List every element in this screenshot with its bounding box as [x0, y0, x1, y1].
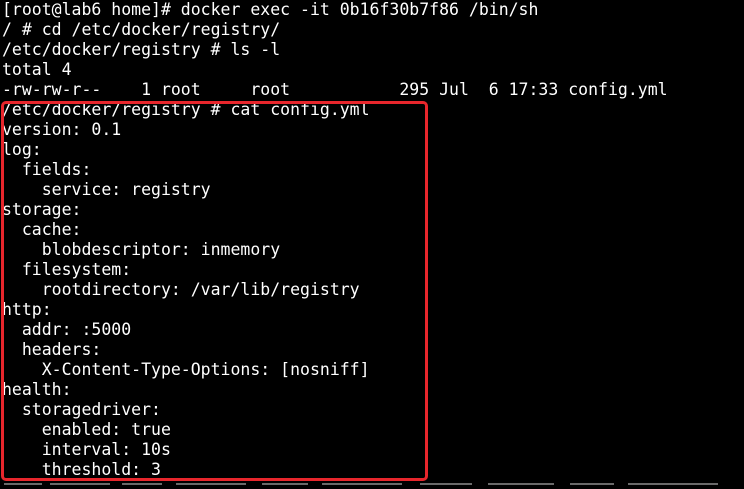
config-line-cache: cache:	[2, 220, 82, 239]
config-line-storage: storage:	[2, 200, 82, 219]
config-line-threshold: threshold: 3	[2, 460, 161, 479]
config-line-content-type: X-Content-Type-Options: [nosniff]	[2, 360, 370, 379]
config-line-filesystem: filesystem:	[2, 260, 132, 279]
terminal-window[interactable]: [root@lab6 home]# docker exec -it 0b16f3…	[0, 0, 744, 489]
terminal-line-file-listing: -rw-rw-r-- 1 root root 295 Jul 6 17:33 c…	[2, 80, 668, 99]
config-line-fields: fields:	[2, 160, 92, 179]
terminal-line-total: total 4	[2, 60, 72, 79]
config-line-rootdirectory: rootdirectory: /var/lib/registry	[2, 280, 360, 299]
terminal-line-ls: /etc/docker/registry # ls -l	[2, 40, 281, 59]
config-line-addr: addr: :5000	[2, 320, 132, 339]
terminal-line-docker-exec: [root@lab6 home]# docker exec -it 0b16f3…	[2, 0, 539, 19]
config-line-http: http:	[2, 300, 52, 319]
config-line-log: log:	[2, 140, 42, 159]
config-line-interval: interval: 10s	[2, 440, 171, 459]
config-line-version: version: 0.1	[2, 120, 122, 139]
terminal-line-cd: / # cd /etc/docker/registry/	[2, 20, 281, 39]
terminal-line-cat: /etc/docker/registry # cat config.yml	[2, 100, 370, 119]
config-line-storagedriver: storagedriver:	[2, 400, 161, 419]
config-line-service: service: registry	[2, 180, 211, 199]
clipped-next-line	[0, 483, 744, 489]
config-line-health: health:	[2, 380, 72, 399]
config-line-enabled: enabled: true	[2, 420, 171, 439]
config-line-headers: headers:	[2, 340, 102, 359]
config-line-blobdescriptor: blobdescriptor: inmemory	[2, 240, 281, 259]
